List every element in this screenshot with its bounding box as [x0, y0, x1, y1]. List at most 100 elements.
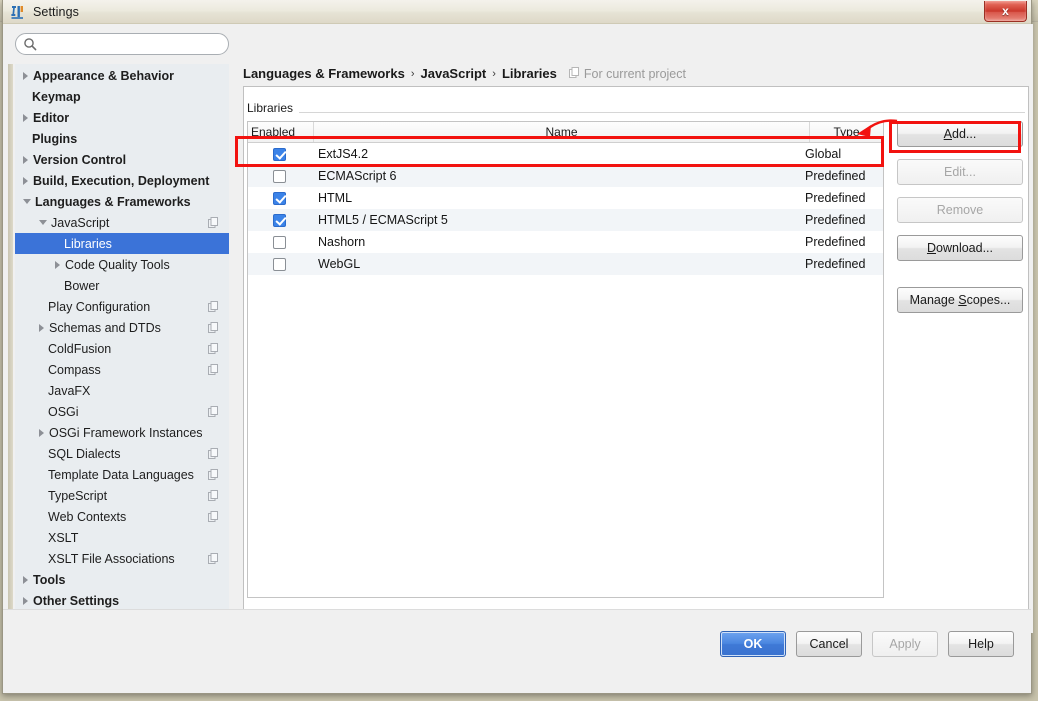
cell-name: ECMAScript 6: [318, 169, 397, 183]
table-row[interactable]: HTML Predefined: [248, 187, 883, 209]
sidebar-item-javascript[interactable]: JavaScript: [15, 212, 229, 233]
sidebar-item-label: Compass: [48, 362, 101, 377]
sidebar-item-label: Other Settings: [33, 593, 120, 608]
idea-icon: [10, 4, 26, 20]
sidebar-item-web-contexts[interactable]: Web Contexts: [15, 506, 229, 527]
project-scope-icon: [208, 322, 219, 333]
close-label: x: [1002, 4, 1009, 18]
settings-tree[interactable]: Appearance & Behavior Keymap Editor Plugins…: [15, 64, 229, 656]
sidebar-item-play-configuration[interactable]: Play Configuration: [15, 296, 229, 317]
chevron-right-icon[interactable]: [23, 155, 28, 164]
sidebar-item-compass[interactable]: Compass: [15, 359, 229, 380]
breadcrumb-part[interactable]: Libraries: [502, 66, 557, 81]
project-scope-icon: [568, 66, 580, 81]
breadcrumb-note: For current project: [568, 66, 686, 81]
sidebar-item-label: Play Configuration: [48, 299, 151, 314]
cell-name: ExtJS4.2: [318, 147, 369, 161]
column-header-name[interactable]: Name: [314, 122, 810, 142]
enabled-checkbox[interactable]: [273, 235, 286, 249]
project-scope-icon: [208, 406, 219, 417]
chevron-right-icon[interactable]: [55, 260, 60, 269]
section-divider: [247, 112, 1025, 113]
sidebar-item-schemas-and-dtds[interactable]: Schemas and DTDs: [15, 317, 229, 338]
sidebar-item-xslt-file-associations[interactable]: XSLT File Associations: [15, 548, 229, 569]
download-button[interactable]: Download...: [897, 235, 1023, 261]
sidebar-item-coldfusion[interactable]: ColdFusion: [15, 338, 229, 359]
column-header-enabled[interactable]: Enabled: [248, 122, 314, 142]
libraries-panel: Libraries Enabled Name Type ExtJS4.2 Glob…: [243, 86, 1029, 648]
chevron-down-icon[interactable]: [39, 220, 47, 225]
sidebar-item-appearance-behavior[interactable]: Appearance & Behavior: [15, 65, 229, 86]
sidebar-item-editor[interactable]: Editor: [15, 107, 229, 128]
sidebar-item-sql-dialects[interactable]: SQL Dialects: [15, 443, 229, 464]
sidebar-item-code-quality-tools[interactable]: Code Quality Tools: [15, 254, 229, 275]
breadcrumb-part[interactable]: JavaScript: [421, 66, 487, 81]
sidebar-item-label: Code Quality Tools: [65, 257, 170, 272]
sidebar-item-label: Tools: [33, 572, 66, 587]
chevron-right-icon[interactable]: [39, 323, 44, 332]
button-label: Cancel: [809, 637, 849, 651]
manage-scopes-button[interactable]: Manage Scopes...: [897, 287, 1023, 313]
section-label: Libraries: [247, 101, 300, 115]
breadcrumb-part[interactable]: Languages & Frameworks: [243, 66, 405, 81]
chevron-right-icon[interactable]: [23, 176, 28, 185]
cell-type: Predefined: [805, 257, 866, 271]
enabled-checkbox[interactable]: [273, 169, 286, 183]
search-box: [15, 33, 229, 55]
ok-button[interactable]: OK: [720, 631, 786, 657]
search-input[interactable]: [15, 33, 229, 55]
sidebar-item-label: Languages & Frameworks: [35, 194, 191, 209]
chevron-right-icon[interactable]: [23, 113, 28, 122]
cell-type: Predefined: [805, 169, 866, 183]
sidebar-item-build-execution-deployment[interactable]: Build, Execution, Deployment: [15, 170, 229, 191]
enabled-checkbox[interactable]: [273, 213, 286, 227]
sidebar-item-libraries[interactable]: Libraries: [15, 233, 229, 254]
chevron-right-icon[interactable]: [23, 575, 28, 584]
chevron-right-icon[interactable]: [39, 428, 44, 437]
cancel-button[interactable]: Cancel: [796, 631, 862, 657]
sidebar-item-label: OSGi: [48, 404, 79, 419]
sidebar-item-label: Bower: [64, 278, 100, 293]
table-row[interactable]: WebGL Predefined: [248, 253, 883, 275]
sidebar-item-template-data-languages[interactable]: Template Data Languages: [15, 464, 229, 485]
sidebar-item-version-control[interactable]: Version Control: [15, 149, 229, 170]
chevron-right-icon[interactable]: [23, 596, 28, 605]
sidebar-item-osgi-framework-instances[interactable]: OSGi Framework Instances: [15, 422, 229, 443]
enabled-checkbox[interactable]: [273, 191, 286, 205]
breadcrumb: Languages & Frameworks › JavaScript › Li…: [243, 66, 686, 81]
sidebar-item-other-settings[interactable]: Other Settings: [15, 590, 229, 611]
cell-name: HTML5 / ECMAScript 5: [318, 213, 448, 227]
sidebar-item-xslt[interactable]: XSLT: [15, 527, 229, 548]
help-button[interactable]: Help: [948, 631, 1014, 657]
enabled-checkbox[interactable]: [273, 147, 286, 161]
sidebar-item-plugins[interactable]: Plugins: [15, 128, 229, 149]
column-header-type[interactable]: Type: [810, 122, 883, 142]
libraries-table[interactable]: Enabled Name Type ExtJS4.2 Global ECMAScri…: [247, 121, 884, 598]
table-row[interactable]: ECMAScript 6 Predefined: [248, 165, 883, 187]
close-icon[interactable]: x: [984, 1, 1027, 22]
cell-name: WebGL: [318, 257, 361, 271]
table-row[interactable]: ExtJS4.2 Global: [248, 143, 883, 165]
project-scope-icon: [208, 301, 219, 312]
table-row[interactable]: Nashorn Predefined: [248, 231, 883, 253]
sidebar-item-tools[interactable]: Tools: [15, 569, 229, 590]
project-scope-icon: [208, 217, 219, 228]
sidebar-item-javafx[interactable]: JavaFX: [15, 380, 229, 401]
sidebar-item-label: Version Control: [33, 152, 127, 167]
sidebar-item-bower[interactable]: Bower: [15, 275, 229, 296]
dialog-footer: OK Cancel Apply Help: [3, 609, 1031, 693]
settings-dialog: Settings x Appearance & Behavior Keymap Ed…: [2, 0, 1033, 694]
chevron-down-icon[interactable]: [23, 199, 31, 204]
sidebar-item-label: SQL Dialects: [48, 446, 121, 461]
chevron-right-icon[interactable]: [23, 71, 28, 80]
cell-enabled: [248, 147, 314, 161]
sidebar-item-keymap[interactable]: Keymap: [15, 86, 229, 107]
enabled-checkbox[interactable]: [273, 257, 286, 271]
sidebar-item-osgi[interactable]: OSGi: [15, 401, 229, 422]
library-actions: Add... Edit... Remove Download... Manage Sco…: [897, 121, 1023, 325]
add-button[interactable]: Add...: [897, 121, 1023, 147]
sidebar-item-typescript[interactable]: TypeScript: [15, 485, 229, 506]
sidebar-item-languages-frameworks[interactable]: Languages & Frameworks: [15, 191, 229, 212]
sidebar-item-label: Template Data Languages: [48, 467, 194, 482]
table-row[interactable]: HTML5 / ECMAScript 5 Predefined: [248, 209, 883, 231]
